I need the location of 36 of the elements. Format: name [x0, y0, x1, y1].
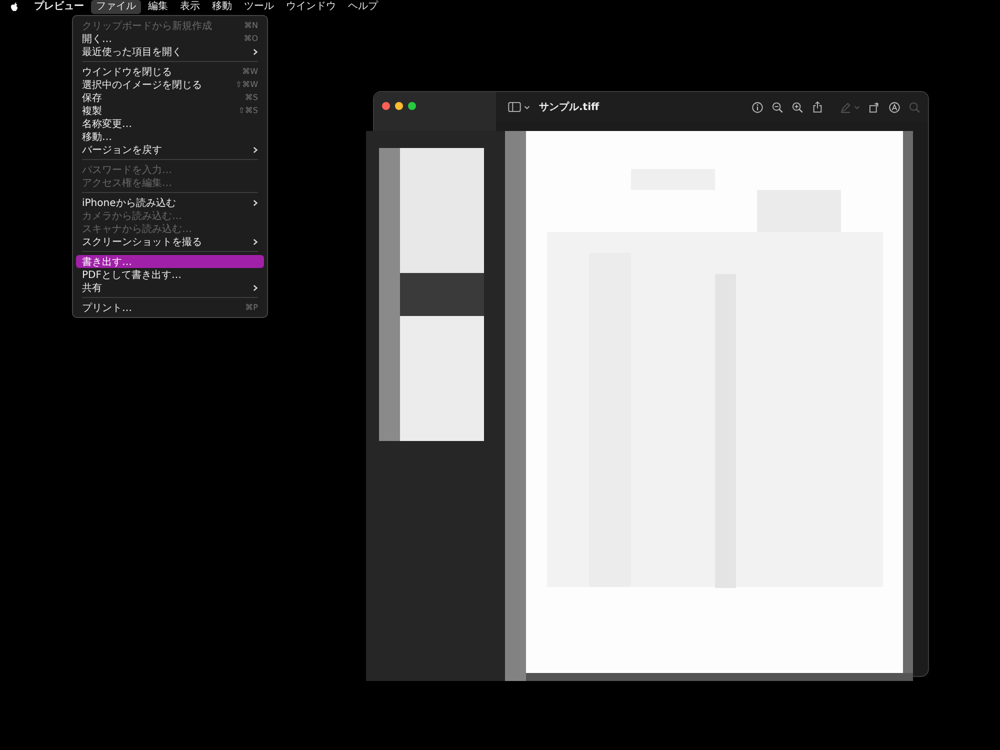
menu-item[interactable]: 保存 ⌘S — [76, 91, 264, 104]
menu-item[interactable]: 開く… ⌘O — [76, 32, 264, 45]
zoom-out-icon[interactable] — [772, 102, 783, 112]
chevron-down-icon[interactable] — [524, 104, 530, 110]
menu-item[interactable]: PDFとして書き出す… — [76, 268, 264, 281]
menu-item[interactable]: バージョンを戻す — [76, 143, 264, 156]
menu-bar-item[interactable]: ヘルプ — [343, 0, 383, 14]
zoom-in-icon[interactable] — [792, 102, 803, 112]
menu-item[interactable]: 最近使った項目を開く — [76, 45, 264, 58]
menu-bar-item[interactable]: ツール — [239, 0, 279, 14]
menu-bar-item[interactable]: ウインドウ — [281, 0, 341, 14]
info-icon[interactable] — [752, 102, 763, 112]
rotate-icon[interactable] — [869, 102, 880, 112]
menu-item[interactable]: 移動… — [76, 130, 264, 143]
menu-item[interactable]: 複製 ⇧⌘S — [76, 104, 264, 117]
menu-item[interactable]: iPhoneから読み込む — [76, 196, 264, 209]
menu-bar-item[interactable]: ファイル — [91, 0, 141, 14]
markup-icon[interactable] — [889, 102, 900, 112]
menu-bar-item[interactable]: 表示 — [175, 0, 205, 14]
share-icon[interactable] — [812, 101, 823, 113]
menu-item[interactable]: プリント… ⌘P — [76, 301, 264, 314]
menu-item[interactable]: 選択中のイメージを閉じる ⇧⌘W — [76, 78, 264, 91]
menu-item[interactable]: ウインドウを閉じる ⌘W — [76, 65, 264, 78]
menu-item[interactable]: 名称変更… — [76, 117, 264, 130]
zoom-button[interactable] — [408, 102, 416, 110]
minimize-button[interactable] — [395, 102, 403, 110]
window-title: サンプル.tiff — [539, 100, 600, 114]
menu-bar-item[interactable]: 移動 — [207, 0, 237, 14]
menu-item[interactable]: スクリーンショットを撮る — [76, 235, 264, 248]
sidebar-toggle-icon[interactable] — [508, 102, 521, 112]
menu-item[interactable]: 共有 — [76, 281, 264, 294]
menu-item[interactable]: 書き出す… — [76, 255, 264, 268]
apple-icon[interactable] — [10, 2, 19, 12]
close-button[interactable] — [382, 102, 390, 110]
menu-bar-item[interactable]: プレビュー — [29, 0, 89, 14]
menu-bar-item[interactable]: 編集 — [143, 0, 173, 14]
